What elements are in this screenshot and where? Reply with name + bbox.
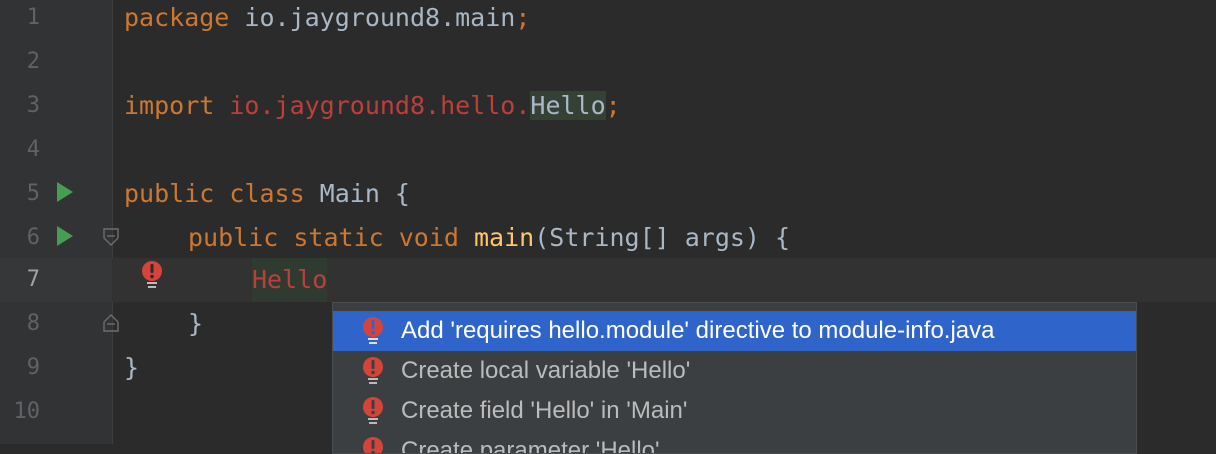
menu-item-label: Create local variable 'Hello' [401, 357, 691, 384]
menu-item-create-parameter[interactable]: Create parameter 'Hello' [333, 431, 1136, 454]
keyword: package [124, 3, 230, 32]
intention-actions-popup: Add 'requires hello.module' directive to… [332, 302, 1137, 454]
line-number: 5 [26, 181, 40, 206]
class-reference: Hello [530, 91, 606, 120]
line-number: 1 [26, 5, 40, 30]
code-line-5[interactable]: public class Main { [124, 172, 410, 216]
method-name: main [474, 223, 535, 252]
fold-marker-icon[interactable] [103, 228, 119, 246]
menu-item-add-requires[interactable]: Add 'requires hello.module' directive to… [333, 311, 1136, 351]
closing-brace: } [188, 309, 204, 338]
keyword: public static void [188, 223, 459, 252]
menu-item-label: Add 'requires hello.module' directive to… [401, 317, 995, 344]
line-number: 4 [26, 137, 40, 162]
closing-brace: } [124, 353, 140, 382]
menu-item-create-field[interactable]: Create field 'Hello' in 'Main' [333, 391, 1136, 431]
line-number-current: 7 [26, 267, 40, 292]
method-signature: (String[] args) { [534, 223, 791, 252]
semicolon: ; [605, 91, 621, 120]
code-line-6[interactable]: public static void main(String[] args) { [188, 216, 790, 260]
menu-item-label: Create field 'Hello' in 'Main' [401, 397, 688, 424]
menu-item-create-local-variable[interactable]: Create local variable 'Hello' [333, 351, 1136, 391]
class-declaration: Main { [304, 179, 410, 208]
code-line-8[interactable]: } [188, 302, 203, 346]
red-bulb-icon [363, 437, 383, 453]
caret-row-highlight [0, 258, 1216, 302]
code-line-7[interactable]: Hello [252, 258, 328, 302]
keyword: public class [124, 179, 305, 208]
line-number: 3 [26, 93, 40, 118]
red-bulb-icon[interactable] [140, 260, 164, 290]
unresolved-symbol[interactable]: Hello [252, 258, 328, 302]
semicolon: ; [515, 3, 531, 32]
line-number: 10 [13, 399, 41, 424]
code-line-9[interactable]: } [124, 346, 139, 390]
code-line-3[interactable]: import io.jayground8.hello.Hello; [124, 84, 621, 128]
line-number: 2 [26, 49, 40, 74]
fold-marker-icon[interactable] [103, 314, 119, 332]
run-gutter-icon[interactable] [55, 225, 75, 247]
red-bulb-icon [363, 317, 383, 344]
package-name: io.jayground8.main [229, 3, 516, 32]
code-line-1[interactable]: package io.jayground8.main; [124, 0, 530, 40]
line-number: 8 [26, 311, 40, 336]
gutter-separator [112, 0, 113, 444]
line-number: 6 [26, 225, 40, 250]
keyword: import [124, 91, 215, 120]
run-gutter-icon[interactable] [55, 181, 75, 203]
line-number: 9 [26, 355, 40, 380]
menu-item-label: Create parameter 'Hello' [401, 437, 660, 454]
red-bulb-icon [363, 397, 383, 424]
unresolved-import-path: io.jayground8.hello. [214, 91, 531, 120]
red-bulb-icon [363, 357, 383, 384]
